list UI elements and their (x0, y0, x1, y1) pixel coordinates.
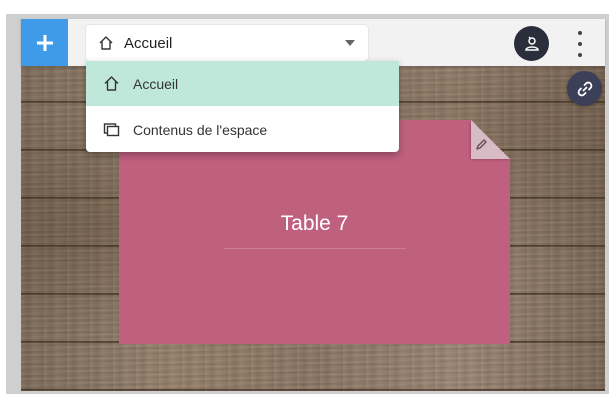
plus-icon (36, 34, 53, 51)
dropdown-item-space-contents[interactable]: Contenus de l'espace (86, 107, 399, 152)
content-stack-icon (103, 121, 120, 138)
add-button[interactable] (21, 19, 68, 66)
home-icon (98, 35, 114, 51)
kebab-dot (578, 31, 582, 35)
card-title: Table 7 (280, 212, 349, 235)
more-vert-icon[interactable] (574, 31, 586, 57)
user-badge-icon (524, 36, 539, 51)
dropdown-item-label: Contenus de l'espace (133, 121, 268, 138)
kebab-dot (578, 42, 582, 46)
space-select[interactable]: Accueil (86, 25, 368, 61)
card-divider (224, 248, 406, 249)
chevron-down-icon (345, 40, 355, 46)
dropdown-item-label: Accueil (133, 75, 179, 92)
dropdown-item-home[interactable]: Accueil (86, 61, 399, 106)
kebab-dot (578, 53, 582, 57)
share-link-button[interactable] (567, 71, 602, 106)
link-icon (577, 81, 592, 96)
home-icon (103, 75, 120, 92)
user-menu-button[interactable] (514, 26, 549, 61)
space-dropdown-menu: Accueil Contenus de l'espace (86, 61, 399, 152)
space-select-label: Accueil (124, 34, 173, 52)
pencil-icon[interactable] (474, 138, 488, 152)
